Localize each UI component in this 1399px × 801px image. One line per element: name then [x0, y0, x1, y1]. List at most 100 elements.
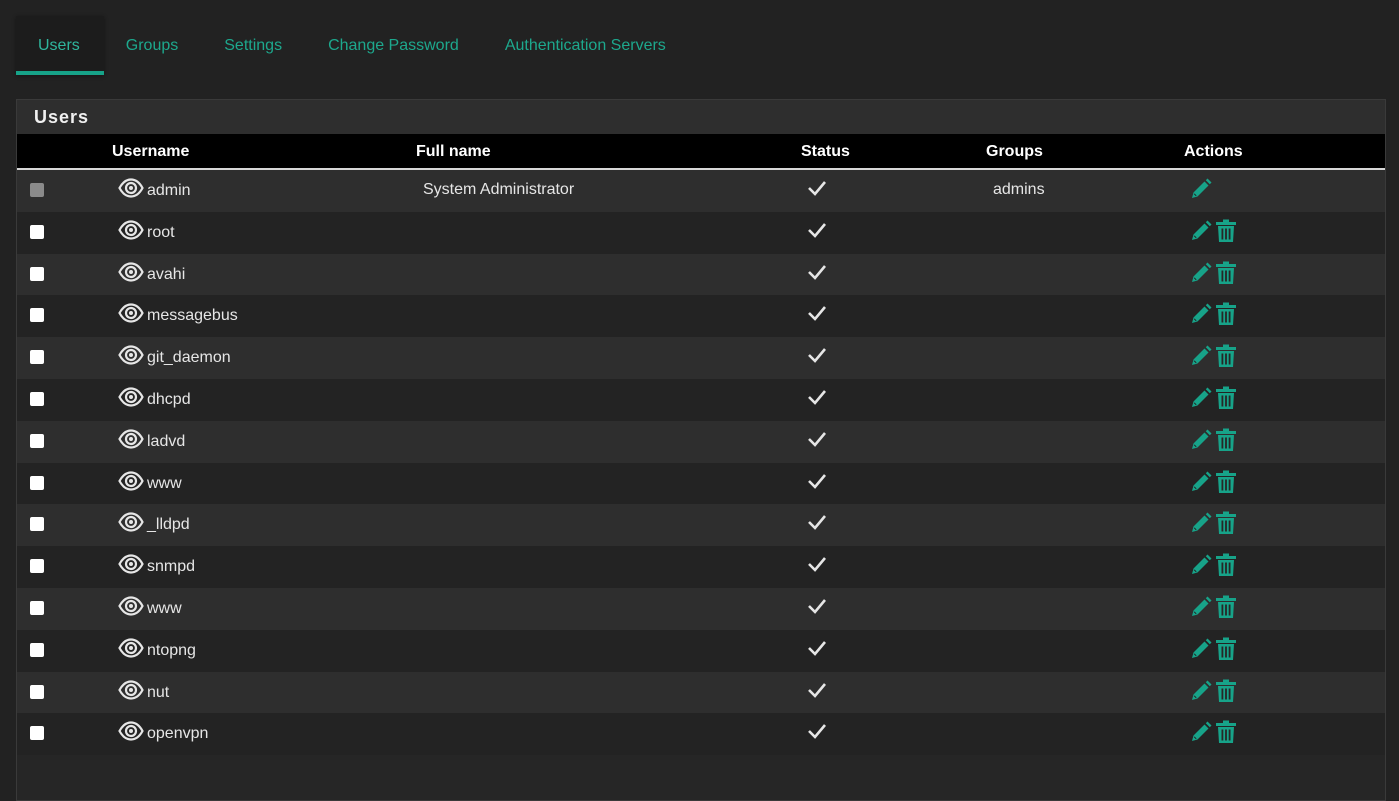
row-select-checkbox[interactable] — [30, 475, 44, 490]
eye-icon[interactable] — [118, 596, 144, 616]
eye-icon[interactable] — [118, 345, 144, 365]
row-select-checkbox[interactable] — [30, 684, 44, 699]
check-icon — [808, 640, 826, 656]
eye-icon[interactable] — [118, 178, 144, 198]
panel-title: Users — [17, 100, 1385, 134]
column-header-groups: Groups — [986, 143, 1043, 160]
row-select-checkbox[interactable] — [30, 600, 44, 615]
row-select-checkbox[interactable] — [30, 517, 44, 532]
eye-icon[interactable] — [118, 512, 144, 532]
pencil-icon[interactable] — [1189, 679, 1213, 703]
eye-icon[interactable] — [118, 638, 144, 658]
column-header-fullname: Full name — [416, 143, 491, 160]
trash-icon[interactable] — [1215, 386, 1237, 410]
pencil-icon[interactable] — [1189, 720, 1213, 744]
eye-icon[interactable] — [118, 261, 144, 282]
fullname-cell: System Administrator — [423, 181, 575, 198]
row-select-checkbox[interactable] — [30, 642, 44, 657]
eye-icon[interactable] — [118, 679, 144, 700]
pencil-icon[interactable] — [1189, 511, 1213, 535]
eye-icon[interactable] — [118, 429, 144, 449]
pencil-icon[interactable] — [1189, 344, 1213, 368]
username-cell: git_daemon — [147, 349, 231, 367]
row-select-checkbox[interactable] — [30, 559, 44, 574]
table-row: messagebus — [17, 295, 1385, 338]
check-icon — [808, 599, 826, 614]
username-cell: ntopng — [147, 641, 196, 659]
row-select-checkbox[interactable] — [30, 266, 44, 281]
trash-icon[interactable] — [1215, 553, 1237, 577]
check-icon — [808, 473, 826, 489]
username-cell: admin — [147, 182, 191, 199]
check-icon — [808, 431, 826, 447]
table-row: snmpd — [17, 546, 1385, 588]
pencil-icon[interactable] — [1189, 386, 1213, 410]
trash-icon[interactable] — [1215, 720, 1237, 744]
pencil-icon[interactable] — [1189, 595, 1213, 619]
eye-icon[interactable] — [118, 554, 144, 574]
trash-icon[interactable] — [1215, 595, 1237, 619]
row-select-checkbox — [30, 183, 44, 197]
row-select-checkbox[interactable] — [30, 224, 44, 239]
trash-icon[interactable] — [1215, 344, 1237, 368]
check-icon — [808, 348, 826, 364]
eye-icon[interactable] — [118, 387, 144, 407]
trash-icon[interactable] — [1215, 302, 1237, 326]
pencil-icon[interactable] — [1189, 428, 1213, 452]
pencil-icon[interactable] — [1189, 261, 1213, 285]
trash-icon[interactable] — [1215, 261, 1237, 285]
table-row: root — [17, 211, 1385, 254]
pencil-icon[interactable] — [1189, 470, 1213, 494]
row-select-checkbox[interactable] — [30, 433, 44, 448]
pencil-icon[interactable] — [1189, 553, 1213, 577]
username-cell: nut — [147, 683, 170, 701]
table-row: openvpn — [17, 713, 1385, 756]
check-icon — [808, 264, 826, 280]
username-cell: ladvd — [147, 432, 186, 450]
column-header-actions: Actions — [1184, 143, 1243, 160]
trash-icon[interactable] — [1215, 511, 1237, 535]
eye-icon[interactable] — [118, 470, 144, 491]
column-header-username: Username — [112, 143, 190, 160]
tab-settings[interactable]: Settings — [202, 16, 306, 75]
tab-users[interactable]: Users — [16, 16, 104, 75]
eye-icon[interactable] — [118, 721, 144, 741]
row-select-checkbox[interactable] — [30, 308, 44, 323]
tab-groups-label: Groups — [125, 36, 179, 54]
trash-icon[interactable] — [1215, 219, 1237, 243]
eye-icon[interactable] — [118, 220, 144, 240]
check-icon — [808, 306, 826, 322]
tab-authentication-servers-label: Authentication Servers — [504, 36, 666, 54]
table-row: _lldpd — [17, 504, 1385, 547]
check-icon — [808, 724, 826, 740]
username-cell: root — [147, 223, 175, 241]
check-icon — [808, 557, 826, 573]
username-cell: openvpn — [147, 725, 209, 743]
pencil-icon[interactable] — [1189, 302, 1213, 326]
trash-icon[interactable] — [1215, 679, 1237, 703]
pencil-icon[interactable] — [1189, 637, 1213, 661]
username-cell: avahi — [147, 265, 186, 283]
pencil-icon[interactable] — [1189, 219, 1213, 243]
table-row: ladvd — [17, 420, 1385, 463]
username-cell: dhcpd — [147, 390, 191, 408]
username-cell: messagebus — [147, 307, 238, 325]
tab-change-password[interactable]: Change Password — [306, 16, 483, 75]
pencil-icon[interactable] — [1189, 177, 1213, 201]
row-select-checkbox[interactable] — [30, 391, 44, 406]
row-select-checkbox[interactable] — [30, 350, 44, 365]
row-select-checkbox[interactable] — [30, 726, 44, 741]
trash-icon[interactable] — [1215, 428, 1237, 452]
table-header: Username Full name Status Groups Actions — [17, 134, 1385, 170]
tab-groups[interactable]: Groups — [104, 16, 202, 75]
tab-authentication-servers[interactable]: Authentication Servers — [483, 16, 690, 75]
username-cell: snmpd — [147, 558, 196, 576]
eye-icon[interactable] — [118, 303, 144, 323]
table-row: www — [17, 587, 1385, 630]
check-icon — [808, 222, 826, 238]
users-table-body: admin System Administrator admins root a… — [17, 170, 1385, 756]
users-panel: Users Username Full name Status Groups A… — [16, 99, 1386, 801]
trash-icon[interactable] — [1215, 470, 1237, 494]
check-icon — [808, 181, 826, 196]
trash-icon[interactable] — [1215, 637, 1237, 661]
